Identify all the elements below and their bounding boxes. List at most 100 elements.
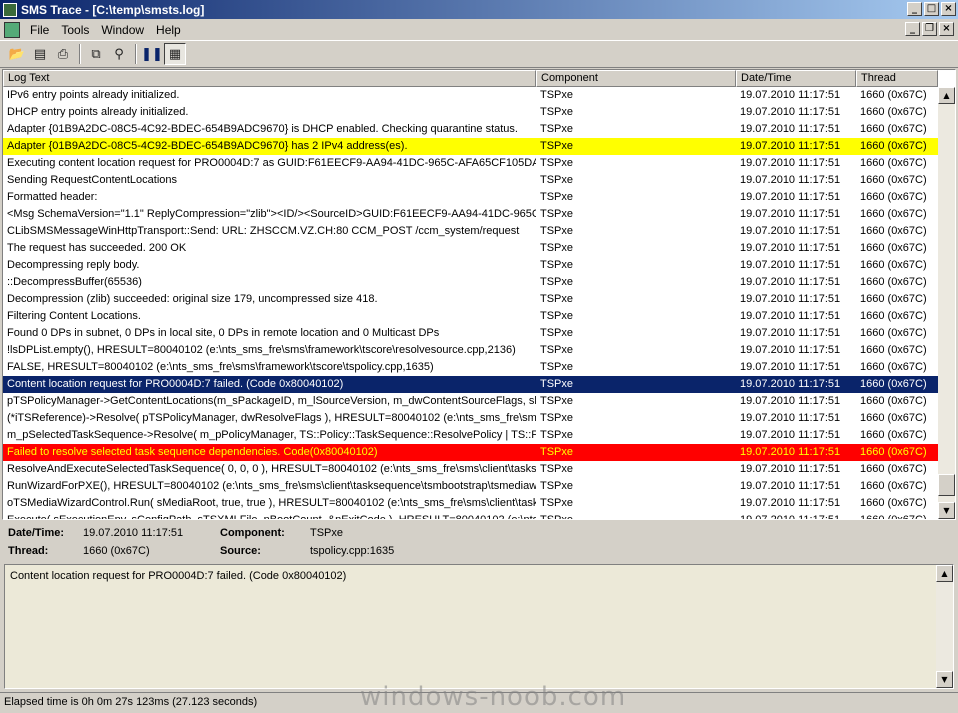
- scroll-up-icon[interactable]: ▲: [938, 87, 955, 104]
- log-row[interactable]: Adapter {01B9A2DC-08C5-4C92-BDEC-654B9AD…: [3, 121, 938, 138]
- datetime-cell: 19.07.2010 11:17:51: [740, 446, 841, 458]
- log-row[interactable]: <Msg SchemaVersion="1.1" ReplyCompressio…: [3, 206, 938, 223]
- find-icon[interactable]: ⚲: [108, 43, 130, 65]
- menu-bar: File Tools Window Help _ ❐ ×: [0, 19, 958, 40]
- log-row[interactable]: Sending RequestContentLocations TSPxe 19.0…: [3, 172, 938, 189]
- menu-help[interactable]: Help: [150, 21, 187, 39]
- print-icon[interactable]: ⎙: [52, 43, 74, 65]
- log-row[interactable]: FALSE, HRESULT=80040102 (e:\nts_sms_fre\…: [3, 359, 938, 376]
- log-row[interactable]: Executing content location request for P…: [3, 155, 938, 172]
- datetime-cell: 19.07.2010 11:17:51: [740, 174, 841, 186]
- datetime-cell: 19.07.2010 11:17:51: [740, 480, 841, 492]
- log-text-cell: Formatted header:: [7, 191, 98, 203]
- thread-cell: 1660 (0x67C): [860, 446, 927, 458]
- print-setup-icon[interactable]: ▤: [29, 43, 51, 65]
- thread-cell: 1660 (0x67C): [860, 89, 927, 101]
- log-row[interactable]: ResolveAndExecuteSelectedTaskSequence( 0…: [3, 461, 938, 478]
- log-text-cell: The request has succeeded. 200 OK: [7, 242, 187, 254]
- component-cell: TSPxe: [540, 327, 574, 339]
- log-row[interactable]: Formatted header: TSPxe 19.07.2010 11:17:5…: [3, 189, 938, 206]
- log-row[interactable]: oTSMediaWizardControl.Run( sMediaRoot, t…: [3, 495, 938, 512]
- log-rows: IPv6 entry points already initialized. TS…: [3, 87, 938, 520]
- log-row[interactable]: pTSPolicyManager->GetContentLocations(m_…: [3, 393, 938, 410]
- log-row[interactable]: Found 0 DPs in subnet, 0 DPs in local si…: [3, 325, 938, 342]
- thread-cell: 1660 (0x67C): [860, 395, 927, 407]
- thread-cell: 1660 (0x67C): [860, 157, 927, 169]
- component-cell: TSPxe: [540, 225, 574, 237]
- component-label: Component:: [220, 527, 285, 539]
- mdi-restore-button[interactable]: ❐: [922, 22, 937, 36]
- log-row[interactable]: !lsDPList.empty(), HRESULT=80040102 (e:\…: [3, 342, 938, 359]
- log-scrollbar[interactable]: ▲ ▼: [938, 87, 955, 519]
- log-text-cell: CLibSMSMessageWinHttpTransport::Send: UR…: [7, 225, 520, 237]
- datetime-value: 19.07.2010 11:17:51: [83, 527, 184, 539]
- log-text-cell: Decompressing reply body.: [7, 259, 140, 271]
- message-scroll-down-icon[interactable]: ▼: [936, 671, 953, 688]
- scroll-down-icon[interactable]: ▼: [938, 502, 955, 519]
- thread-cell: 1660 (0x67C): [860, 191, 927, 203]
- log-text-cell: Content location request for PRO0004D:7 …: [7, 378, 344, 390]
- menu-window[interactable]: Window: [95, 21, 150, 39]
- log-row[interactable]: m_pSelectedTaskSequence->Resolve( m_pPol…: [3, 427, 938, 444]
- log-text-cell: ResolveAndExecuteSelectedTaskSequence( 0…: [7, 463, 536, 475]
- log-row[interactable]: DHCP entry points already initialized. TS…: [3, 104, 938, 121]
- column-header-component[interactable]: Component: [536, 70, 736, 87]
- mdi-minimize-button[interactable]: _: [905, 22, 920, 36]
- log-row[interactable]: Decompressing reply body. TSPxe 19.07.2010…: [3, 257, 938, 274]
- column-header-log-text[interactable]: Log Text: [3, 70, 536, 87]
- log-row[interactable]: Adapter {01B9A2DC-08C5-4C92-BDEC-654B9AD…: [3, 138, 938, 155]
- log-text-cell: FALSE, HRESULT=80040102 (e:\nts_sms_fre\…: [7, 361, 434, 373]
- log-row[interactable]: Execute( sExecutionEnv, sConfigPath, sTS…: [3, 512, 938, 520]
- log-row[interactable]: (*iTSReference)->Resolve( pTSPolicyManag…: [3, 410, 938, 427]
- log-row[interactable]: Filtering Content Locations. TSPxe 19.07.2…: [3, 308, 938, 325]
- thread-cell: 1660 (0x67C): [860, 208, 927, 220]
- mdi-close-button[interactable]: ×: [939, 22, 954, 36]
- menu-tools[interactable]: Tools: [55, 21, 95, 39]
- message-box[interactable]: Content location request for PRO0004D:7 …: [4, 564, 954, 689]
- thread-cell: 1660 (0x67C): [860, 276, 927, 288]
- datetime-cell: 19.07.2010 11:17:51: [740, 361, 841, 373]
- thread-cell: 1660 (0x67C): [860, 514, 927, 520]
- open-icon[interactable]: 📂: [6, 43, 28, 65]
- log-row[interactable]: CLibSMSMessageWinHttpTransport::Send: UR…: [3, 223, 938, 240]
- maximize-button[interactable]: □: [924, 2, 939, 16]
- thread-cell: 1660 (0x67C): [860, 293, 927, 305]
- datetime-cell: 19.07.2010 11:17:51: [740, 106, 841, 118]
- menu-file[interactable]: File: [24, 21, 55, 39]
- column-header-datetime[interactable]: Date/Time: [736, 70, 856, 87]
- log-row[interactable]: Failed to resolve selected task sequence…: [3, 444, 938, 461]
- thread-cell: 1660 (0x67C): [860, 463, 927, 475]
- log-text-cell: pTSPolicyManager->GetContentLocations(m_…: [7, 395, 536, 407]
- component-cell: TSPxe: [540, 293, 574, 305]
- component-cell: TSPxe: [540, 106, 574, 118]
- document-icon[interactable]: [4, 21, 20, 38]
- toggle-details-icon[interactable]: ▦: [164, 43, 186, 65]
- message-scrollbar[interactable]: ▲ ▼: [936, 565, 953, 688]
- copy-icon[interactable]: ⧉: [85, 43, 107, 65]
- log-text-cell: Found 0 DPs in subnet, 0 DPs in local si…: [7, 327, 440, 339]
- log-text-cell: IPv6 entry points already initialized.: [7, 89, 180, 101]
- component-cell: TSPxe: [540, 208, 574, 220]
- component-cell: TSPxe: [540, 497, 574, 509]
- log-row[interactable]: The request has succeeded. 200 OK TSPxe 19…: [3, 240, 938, 257]
- log-grid[interactable]: Log Text Component Date/Time Thread IPv6…: [2, 69, 956, 520]
- close-button[interactable]: ×: [941, 2, 956, 16]
- minimize-button[interactable]: _: [907, 2, 922, 16]
- log-row[interactable]: RunWizardForPXE(), HRESULT=80040102 (e:\…: [3, 478, 938, 495]
- log-text-cell: (*iTSReference)->Resolve( pTSPolicyManag…: [7, 412, 536, 424]
- scroll-thumb[interactable]: [938, 474, 955, 496]
- datetime-cell: 19.07.2010 11:17:51: [740, 344, 841, 356]
- thread-cell: 1660 (0x67C): [860, 497, 927, 509]
- component-cell: TSPxe: [540, 242, 574, 254]
- log-row[interactable]: ::DecompressBuffer(65536) TSPxe 19.07.2010…: [3, 274, 938, 291]
- datetime-cell: 19.07.2010 11:17:51: [740, 157, 841, 169]
- status-text: Elapsed time is 0h 0m 27s 123ms (27.123 …: [4, 696, 258, 708]
- log-text-cell: Execute( sExecutionEnv, sConfigPath, sTS…: [7, 514, 536, 520]
- column-header-thread[interactable]: Thread: [856, 70, 938, 87]
- log-row[interactable]: Decompression (zlib) succeeded: original…: [3, 291, 938, 308]
- pause-icon[interactable]: ❚❚: [141, 43, 163, 65]
- app-icon: [3, 2, 17, 17]
- log-row[interactable]: Content location request for PRO0004D:7 …: [3, 376, 938, 393]
- log-row[interactable]: IPv6 entry points already initialized. TS…: [3, 87, 938, 104]
- message-scroll-up-icon[interactable]: ▲: [936, 565, 953, 582]
